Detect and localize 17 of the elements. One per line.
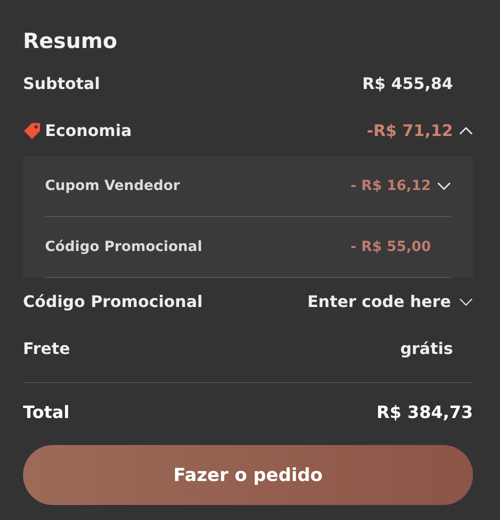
savings-label: Economia — [45, 120, 132, 142]
tag-icon — [23, 122, 41, 140]
discount-label: Código Promocional — [45, 238, 202, 256]
place-order-button[interactable]: Fazer o pedido — [23, 445, 473, 505]
subtotal-value: R$ 455,84 — [362, 72, 453, 94]
total-label: Total — [23, 402, 70, 426]
subtotal-label: Subtotal — [23, 72, 100, 94]
discount-value: - R$ 16,12 — [350, 176, 431, 196]
shipping-label: Frete — [23, 338, 70, 360]
discount-value: - R$ 55,00 — [350, 238, 431, 256]
enter-code-toggle[interactable]: Enter code here — [307, 290, 473, 314]
promo-code-label: Código Promocional — [23, 290, 203, 312]
discount-label: Cupom Vendedor — [45, 176, 180, 196]
savings-value: -R$ 71,12 — [366, 120, 453, 142]
summary-title: Resumo — [23, 28, 118, 55]
shipping-value: grátis — [400, 338, 453, 360]
total-value: R$ 384,73 — [376, 402, 473, 426]
